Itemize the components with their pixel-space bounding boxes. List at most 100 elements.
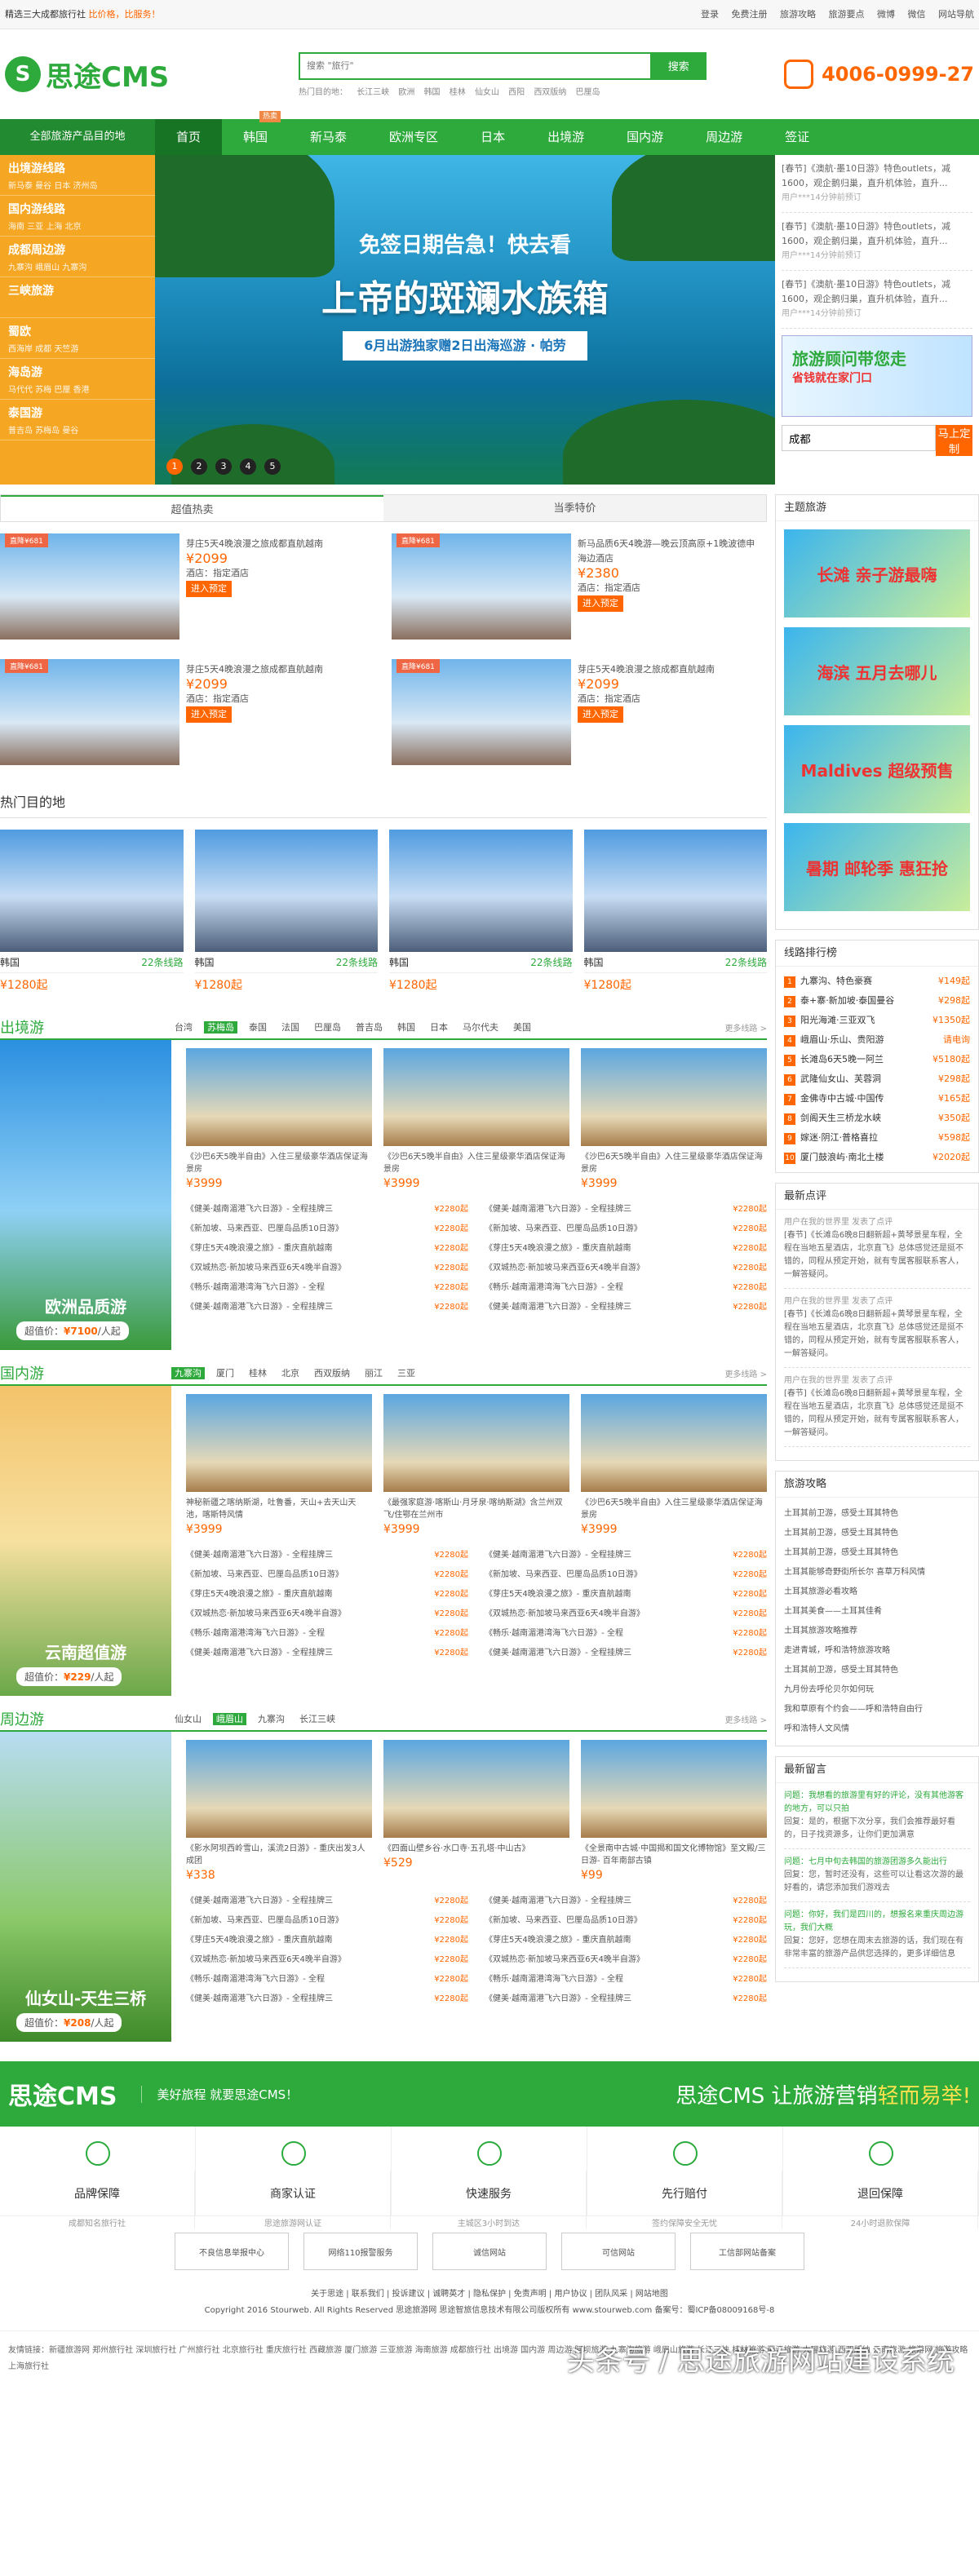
guide-item[interactable]: 土耳其美食——土耳其佳肴 xyxy=(784,1602,970,1622)
zone-card[interactable]: 《全景南中古城·中国揭和国文化博物馆》至文殿/三日游- 百年南部古镇 ¥99 xyxy=(581,1740,767,1882)
zone-tag[interactable]: 桂林 xyxy=(246,1367,270,1379)
rank-item[interactable]: 3 阳光海滩·三亚双飞 ¥1350起 xyxy=(784,1011,970,1030)
deal-card[interactable]: 直降¥681 芽庄5天4晚浪漫之旅成都直航越南 ¥2099 酒店：指定酒店 进入预定 xyxy=(392,659,767,773)
zone-card[interactable]: 《沙巴6天5晚半自由》入住三星级豪华酒店保证海景房 ¥3999 xyxy=(383,1048,569,1190)
banner-cta[interactable]: 6月出游独家赠2日出海巡游 · 帕劳 xyxy=(343,331,587,361)
sidebar-item[interactable]: 蜀欧 西海岸 成都 天竺游 xyxy=(0,318,155,359)
zone-feature[interactable]: 仙女山-天生三桥 超值价：¥208/人起 xyxy=(0,1732,171,2042)
route-item[interactable]: 《双城热恋·新加坡马来西亚6天4晚半自游》 ¥2280起 xyxy=(485,1259,767,1278)
destination-card[interactable]: 韩国 22条线路 ¥1280起 xyxy=(389,830,573,993)
route-item[interactable]: 《健美·越南湄港飞六日游》- 全程挂牌三 ¥2280起 xyxy=(186,1200,468,1219)
consultant-banner[interactable]: 旅游顾问带您走 省钱就在家门口 xyxy=(782,335,972,417)
booking-news[interactable]: [春节]《澳航·墨10日游》特色outlets，减1600，观企鹅归巢，直升机体… xyxy=(782,277,972,329)
book-button[interactable]: 进入预定 xyxy=(578,595,623,612)
hot-item[interactable]: 仙女山 xyxy=(475,88,499,97)
nav-item-europe[interactable]: 欧洲专区 xyxy=(368,119,459,155)
search-button[interactable]: 搜索 xyxy=(650,51,707,80)
zone-feature[interactable]: 云南超值游 超值价：¥229/人起 xyxy=(0,1386,171,1696)
more-link[interactable]: 更多线路 > xyxy=(724,1713,767,1725)
route-item[interactable]: 《畅乐·越南湄港湾海飞六日游》- 全程 ¥2280起 xyxy=(485,1970,767,1990)
guide-item[interactable]: 土耳其旅游必看攻略 xyxy=(784,1582,970,1602)
zone-tag[interactable]: 北京 xyxy=(278,1367,303,1379)
guide-item[interactable]: 呼和浩特人文风情 xyxy=(784,1720,970,1739)
nav-item-korea[interactable]: 韩国 热卖 xyxy=(222,111,289,155)
cert-badge[interactable]: 工信部网站备案 xyxy=(690,2233,804,2270)
route-item[interactable]: 《芽庄5天4晚浪漫之旅》- 重庆直航越南 ¥2280起 xyxy=(485,1239,767,1259)
tips-link[interactable]: 旅游要点 xyxy=(829,9,865,20)
rank-item[interactable]: 2 泰+寨·新加坡·泰国曼谷 ¥298起 xyxy=(784,991,970,1011)
pager-dot[interactable]: 4 xyxy=(240,458,256,475)
zone-card[interactable]: 《沙巴6天5晚半自由》入住三星级豪华酒店保证海景房 ¥3999 xyxy=(581,1394,767,1536)
route-item[interactable]: 《芽庄5天4晚浪漫之旅》- 重庆直航越南 ¥2280起 xyxy=(485,1585,767,1604)
deal-card[interactable]: 直降¥681 芽庄5天4晚浪漫之旅成都直航越南 ¥2099 酒店：指定酒店 进入预定 xyxy=(0,533,375,648)
route-item[interactable]: 《双城热恋·新加坡马来西亚6天4晚半自游》 ¥2280起 xyxy=(186,1950,468,1970)
guide-item[interactable]: 土耳其前卫游，感受土耳其特色 xyxy=(784,1524,970,1543)
theme-banner[interactable]: 海滨 五月去哪儿 xyxy=(784,627,970,715)
hot-item[interactable]: 欧洲 xyxy=(398,88,414,97)
all-products-menu[interactable]: 全部旅游产品目的地 xyxy=(0,119,155,155)
route-item[interactable]: 《畅乐·越南湄港湾海飞六日游》- 全程 ¥2280起 xyxy=(186,1278,468,1298)
zone-tag[interactable]: 泰国 xyxy=(246,1021,270,1033)
route-item[interactable]: 《芽庄5天4晚浪漫之旅》- 重庆直航越南 ¥2280起 xyxy=(186,1931,468,1950)
route-item[interactable]: 《畅乐·越南湄港湾海飞六日游》- 全程 ¥2280起 xyxy=(186,1624,468,1644)
guide-item[interactable]: 土耳其前卫游，感受土耳其特色 xyxy=(784,1543,970,1563)
route-item[interactable]: 《健美·越南湄港飞六日游》- 全程挂牌三 ¥2280起 xyxy=(485,1644,767,1663)
hot-item[interactable]: 韩国 xyxy=(424,88,441,97)
guide-item[interactable]: 土耳其前卫游，感受土耳其特色 xyxy=(784,1661,970,1680)
zone-tag[interactable]: 法国 xyxy=(278,1021,303,1033)
zone-tag[interactable]: 普吉岛 xyxy=(352,1021,386,1033)
pager-dot[interactable]: 3 xyxy=(215,458,232,475)
route-item[interactable]: 《新加坡、马来西亚、巴厘岛品质10日游》 ¥2280起 xyxy=(485,1911,767,1931)
sidebar-item[interactable]: 三峡旅游 xyxy=(0,277,155,318)
route-item[interactable]: 《健美·越南湄港飞六日游》- 全程挂牌三 ¥2280起 xyxy=(485,1546,767,1565)
zone-tag[interactable]: 马尔代夫 xyxy=(459,1021,502,1033)
zone-card[interactable]: 《最强家庭游·喀斯山·月牙泉·喀纳斯湖》含兰州双飞/住鄂在兰州市 ¥3999 xyxy=(383,1394,569,1536)
guide-item[interactable]: 走进青城，呼和浩特旅游攻略 xyxy=(784,1641,970,1661)
zone-tag[interactable]: 巴厘岛 xyxy=(311,1021,344,1033)
zone-tag[interactable]: 长江三峡 xyxy=(296,1713,339,1725)
topbar-highlight[interactable]: 比价格，比服务！ xyxy=(89,9,161,20)
deal-card[interactable]: 直降¥681 芽庄5天4晚浪漫之旅成都直航越南 ¥2099 酒店：指定酒店 进入预定 xyxy=(0,659,375,773)
zone-tag[interactable]: 日本 xyxy=(427,1021,451,1033)
rank-item[interactable]: 7 金佛寺中古城·中国传 ¥165起 xyxy=(784,1089,970,1109)
more-link[interactable]: 更多线路 > xyxy=(724,1021,767,1033)
route-item[interactable]: 《芽庄5天4晚浪漫之旅》- 重庆直航越南 ¥2280起 xyxy=(186,1585,468,1604)
zone-tag[interactable]: 仙女山 xyxy=(171,1713,205,1725)
rank-item[interactable]: 6 武隆仙女山、芙蓉洞 ¥298起 xyxy=(784,1069,970,1089)
route-item[interactable]: 《健美·越南湄港飞六日游》- 全程挂牌三 ¥2280起 xyxy=(485,1892,767,1911)
city-input[interactable] xyxy=(782,425,936,451)
guide-item[interactable]: 土耳其旅游攻略推荐 xyxy=(784,1622,970,1641)
zone-feature[interactable]: 欧洲品质游 超值价：¥7100/人起 xyxy=(0,1040,171,1350)
more-link[interactable]: 更多线路 > xyxy=(724,1367,767,1379)
route-item[interactable]: 《双城热恋·新加坡马来西亚6天4晚半自游》 ¥2280起 xyxy=(485,1950,767,1970)
deal-card[interactable]: 直降¥681 新马品质6天4晚游—晚云顶高原+1晚波德申海边酒店 ¥2380 酒店：指… xyxy=(392,533,767,648)
pager-dot[interactable]: 1 xyxy=(166,458,183,475)
zone-tag[interactable]: 九寨沟 xyxy=(171,1367,205,1379)
nav-item-home[interactable]: 首页 xyxy=(155,119,223,155)
zone-tag[interactable]: 韩国 xyxy=(394,1021,419,1033)
route-item[interactable]: 《健美·越南湄港飞六日游》- 全程挂牌三 ¥2280起 xyxy=(485,1200,767,1219)
route-item[interactable]: 《新加坡、马来西亚、巴厘岛品质10日游》 ¥2280起 xyxy=(186,1911,468,1931)
guide-item[interactable]: 我和草原有个约会——呼和浩特自由行 xyxy=(784,1700,970,1720)
rank-item[interactable]: 1 九寨沟、特色豪赛 ¥149起 xyxy=(784,972,970,991)
rank-item[interactable]: 4 峨眉山·乐山、贵阳游 请电询 xyxy=(784,1030,970,1050)
route-item[interactable]: 《畅乐·越南湄港湾海飞六日游》- 全程 ¥2280起 xyxy=(186,1970,468,1990)
sidebar-item[interactable]: 成都周边游 九寨沟 峨眉山 九寨沟 xyxy=(0,237,155,277)
zone-card[interactable]: 神秘新疆之喀纳斯湖，吐鲁番，天山+去天山天池，喀斯特风情 ¥3999 xyxy=(186,1394,372,1536)
tab-seasonal[interactable]: 当季特价 xyxy=(383,495,766,521)
zone-card[interactable]: 《影水阿坝西岭雪山，溪流2日游》- 重庆出发3人成团 ¥338 xyxy=(186,1740,372,1882)
guide-link[interactable]: 旅游攻略 xyxy=(780,9,816,20)
pager-dot[interactable]: 2 xyxy=(191,458,207,475)
hero-banner[interactable]: 免签日期告急！快去看 上帝的斑斓水族箱 6月出游独家赠2日出海巡游 · 帕劳 1… xyxy=(155,155,775,485)
cert-badge[interactable]: 诚信网站 xyxy=(432,2233,547,2270)
zone-tag[interactable]: 九寨沟 xyxy=(255,1713,288,1725)
route-item[interactable]: 《芽庄5天4晚浪漫之旅》- 重庆直航越南 ¥2280起 xyxy=(485,1931,767,1950)
nav-item-japan[interactable]: 日本 xyxy=(459,119,526,155)
zone-card[interactable]: 《四面山壁乡谷·水口寺·五孔塔·中山古》 ¥529 xyxy=(383,1740,569,1882)
zone-tag[interactable]: 西双版纳 xyxy=(311,1367,353,1379)
route-item[interactable]: 《新加坡、马来西亚、巴厘岛品质10日游》 ¥2280起 xyxy=(186,1565,468,1585)
sidebar-item[interactable]: 国内游线路 海南 三亚 上海 北京 xyxy=(0,196,155,237)
theme-banner[interactable]: 长滩 亲子游最嗨 xyxy=(784,529,970,617)
route-item[interactable]: 《健美·越南湄港飞六日游》- 全程挂牌三 ¥2280起 xyxy=(186,1644,468,1663)
destination-card[interactable]: 韩国 22条线路 ¥1280起 xyxy=(0,830,184,993)
